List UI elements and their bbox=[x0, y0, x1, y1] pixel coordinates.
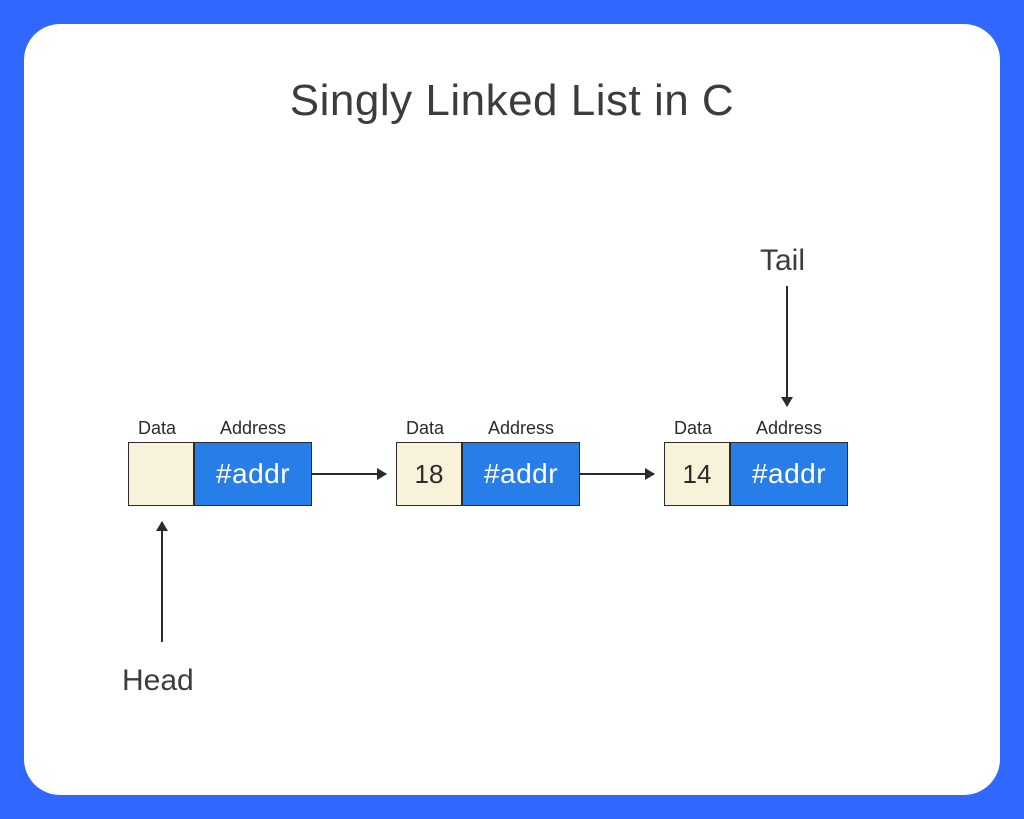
node3-address-cell: #addr bbox=[730, 442, 848, 506]
link-arrow-2 bbox=[580, 473, 654, 475]
node2-address-cell: #addr bbox=[462, 442, 580, 506]
node1-data-cell bbox=[128, 442, 194, 506]
tail-label: Tail bbox=[760, 244, 805, 278]
node1-data-header: Data bbox=[128, 418, 186, 439]
diagram-title: Singly Linked List in C bbox=[24, 76, 1000, 126]
tail-arrow bbox=[786, 286, 788, 406]
node2-data-header: Data bbox=[396, 418, 454, 439]
node3-address-header: Address bbox=[730, 418, 848, 439]
node2-address-header: Address bbox=[462, 418, 580, 439]
node1-address-header: Address bbox=[194, 418, 312, 439]
node1-address-cell: #addr bbox=[194, 442, 312, 506]
diagram-frame: Singly Linked List in C Tail Data Addres… bbox=[24, 24, 1000, 795]
node3-data-cell: 14 bbox=[664, 442, 730, 506]
link-arrow-1 bbox=[312, 473, 386, 475]
node3-data-header: Data bbox=[664, 418, 722, 439]
node2-data-cell: 18 bbox=[396, 442, 462, 506]
head-label: Head bbox=[122, 664, 194, 698]
head-arrow bbox=[161, 522, 163, 642]
